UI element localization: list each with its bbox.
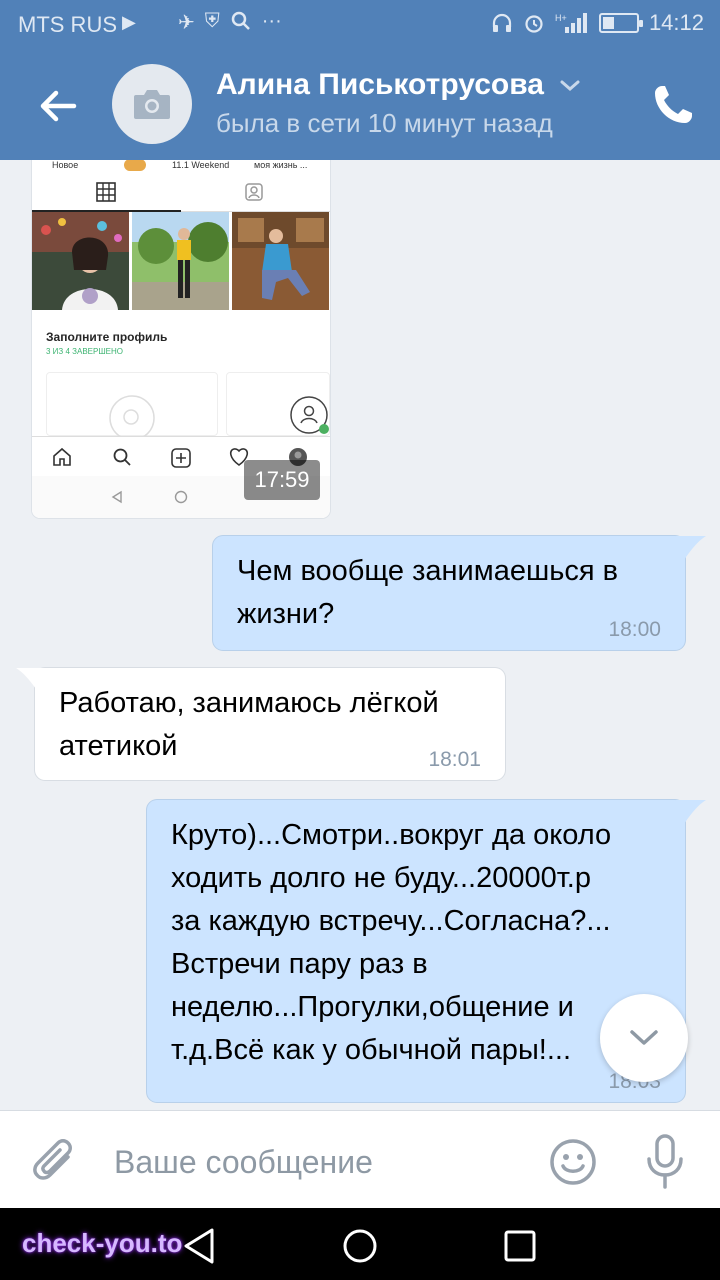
search-notification-icon [231, 11, 250, 30]
back-arrow-icon[interactable] [34, 82, 82, 130]
play-icon: ▶ [122, 12, 136, 32]
inner-add-icon [171, 448, 191, 468]
clock: 14:12 [648, 10, 704, 35]
status-right: H+ 14:12 [491, 10, 704, 36]
inner-home-icon [53, 447, 71, 466]
contact-name[interactable]: Алина Писькотрусова [216, 68, 544, 102]
message-time: 18:01 [428, 748, 481, 771]
inner-fill-card [46, 372, 218, 441]
inner-story-label: 11.1 Weekend [172, 160, 230, 170]
scroll-down-icon [630, 1030, 658, 1045]
status-bar: MTS RUS ▶ ✈ ⛨ ··· H+ 14:12 [0, 0, 720, 50]
bubble-tail [16, 668, 46, 692]
inner-fill-title: Заполните профиль [46, 330, 168, 344]
inner-nav-back-icon [111, 490, 122, 504]
nav-back-icon[interactable] [180, 1226, 220, 1266]
contact-avatar[interactable] [112, 64, 192, 144]
inner-nav-home-icon [174, 490, 188, 504]
inner-story-label: Новое [52, 160, 79, 170]
paperclip-icon[interactable] [30, 1135, 84, 1189]
battery-level [602, 17, 614, 29]
inner-tabs [32, 176, 330, 212]
inner-story-thumb [124, 160, 146, 171]
message-text: Чем вообще занимаешься в жизни? [237, 555, 618, 630]
android-nav-bar: check-you.to [0, 1208, 720, 1280]
message-list[interactable]: Новое 11.1 Weekend моя жизнь ... Заполни… [0, 160, 720, 1110]
inner-fill-subtitle: 3 ИЗ 4 ЗАВЕРШЕНО [46, 347, 123, 356]
alarm-icon [525, 15, 543, 33]
app-notification-icon: ✈ [178, 12, 195, 34]
inner-photo-3 [232, 212, 329, 310]
message-text: Работаю, занимаюсь лёгкой атетикой [59, 687, 439, 762]
carrier-label: MTS RUS [18, 12, 117, 37]
svg-text:H+: H+ [555, 13, 567, 23]
inner-photo-1 [32, 212, 129, 310]
bubble-tail [676, 800, 706, 824]
microphone-icon[interactable] [640, 1133, 690, 1191]
last-seen-status: была в сети 10 минут назад [216, 108, 553, 138]
inner-search-icon [113, 448, 131, 466]
chevron-down-icon[interactable] [558, 76, 582, 96]
notification-icons: ✈ ⛨ ··· [178, 10, 282, 35]
watermark-text: check-you.to [22, 1228, 183, 1258]
photo-timestamp: 17:59 [244, 460, 320, 500]
nav-recent-apps-icon[interactable] [502, 1228, 538, 1264]
message-composer [0, 1110, 720, 1208]
inner-fill-card [226, 372, 330, 436]
smile-icon[interactable] [548, 1137, 598, 1187]
message-bubble-outgoing[interactable]: Чем вообще занимаешься в жизни? 18:00 [213, 536, 685, 650]
headphones-icon [492, 13, 512, 32]
phone-icon[interactable] [648, 80, 698, 130]
tagged-icon [245, 183, 263, 201]
scroll-down-button[interactable] [600, 994, 688, 1082]
message-bubble-incoming[interactable]: Работаю, занимаюсь лёгкой атетикой 18:01 [35, 668, 505, 780]
battery-icon [598, 13, 643, 33]
message-input[interactable] [114, 1137, 514, 1187]
inner-search-icon [109, 395, 155, 441]
more-icon: ··· [261, 10, 282, 32]
inner-photo-2 [132, 212, 229, 310]
message-time: 18:00 [608, 618, 661, 641]
photo-attachment[interactable]: Новое 11.1 Weekend моя жизнь ... Заполни… [32, 160, 330, 518]
message-text: Круто)...Смотри..вокруг да около ходить … [171, 819, 612, 1066]
signal-icon: H+ [555, 13, 587, 33]
shield-icon: ⛨ [204, 10, 220, 32]
bubble-tail [676, 536, 706, 560]
chat-header: MTS RUS ▶ ✈ ⛨ ··· H+ 14:12 Алина Писькот… [0, 0, 720, 160]
camera-icon [134, 90, 170, 119]
inner-stories-row: Новое 11.1 Weekend моя жизнь ... [32, 160, 330, 174]
nav-home-icon[interactable] [340, 1226, 380, 1266]
inner-story-label: моя жизнь ... [254, 160, 308, 170]
inner-profile-icon [290, 396, 329, 434]
grid-icon [96, 182, 116, 202]
